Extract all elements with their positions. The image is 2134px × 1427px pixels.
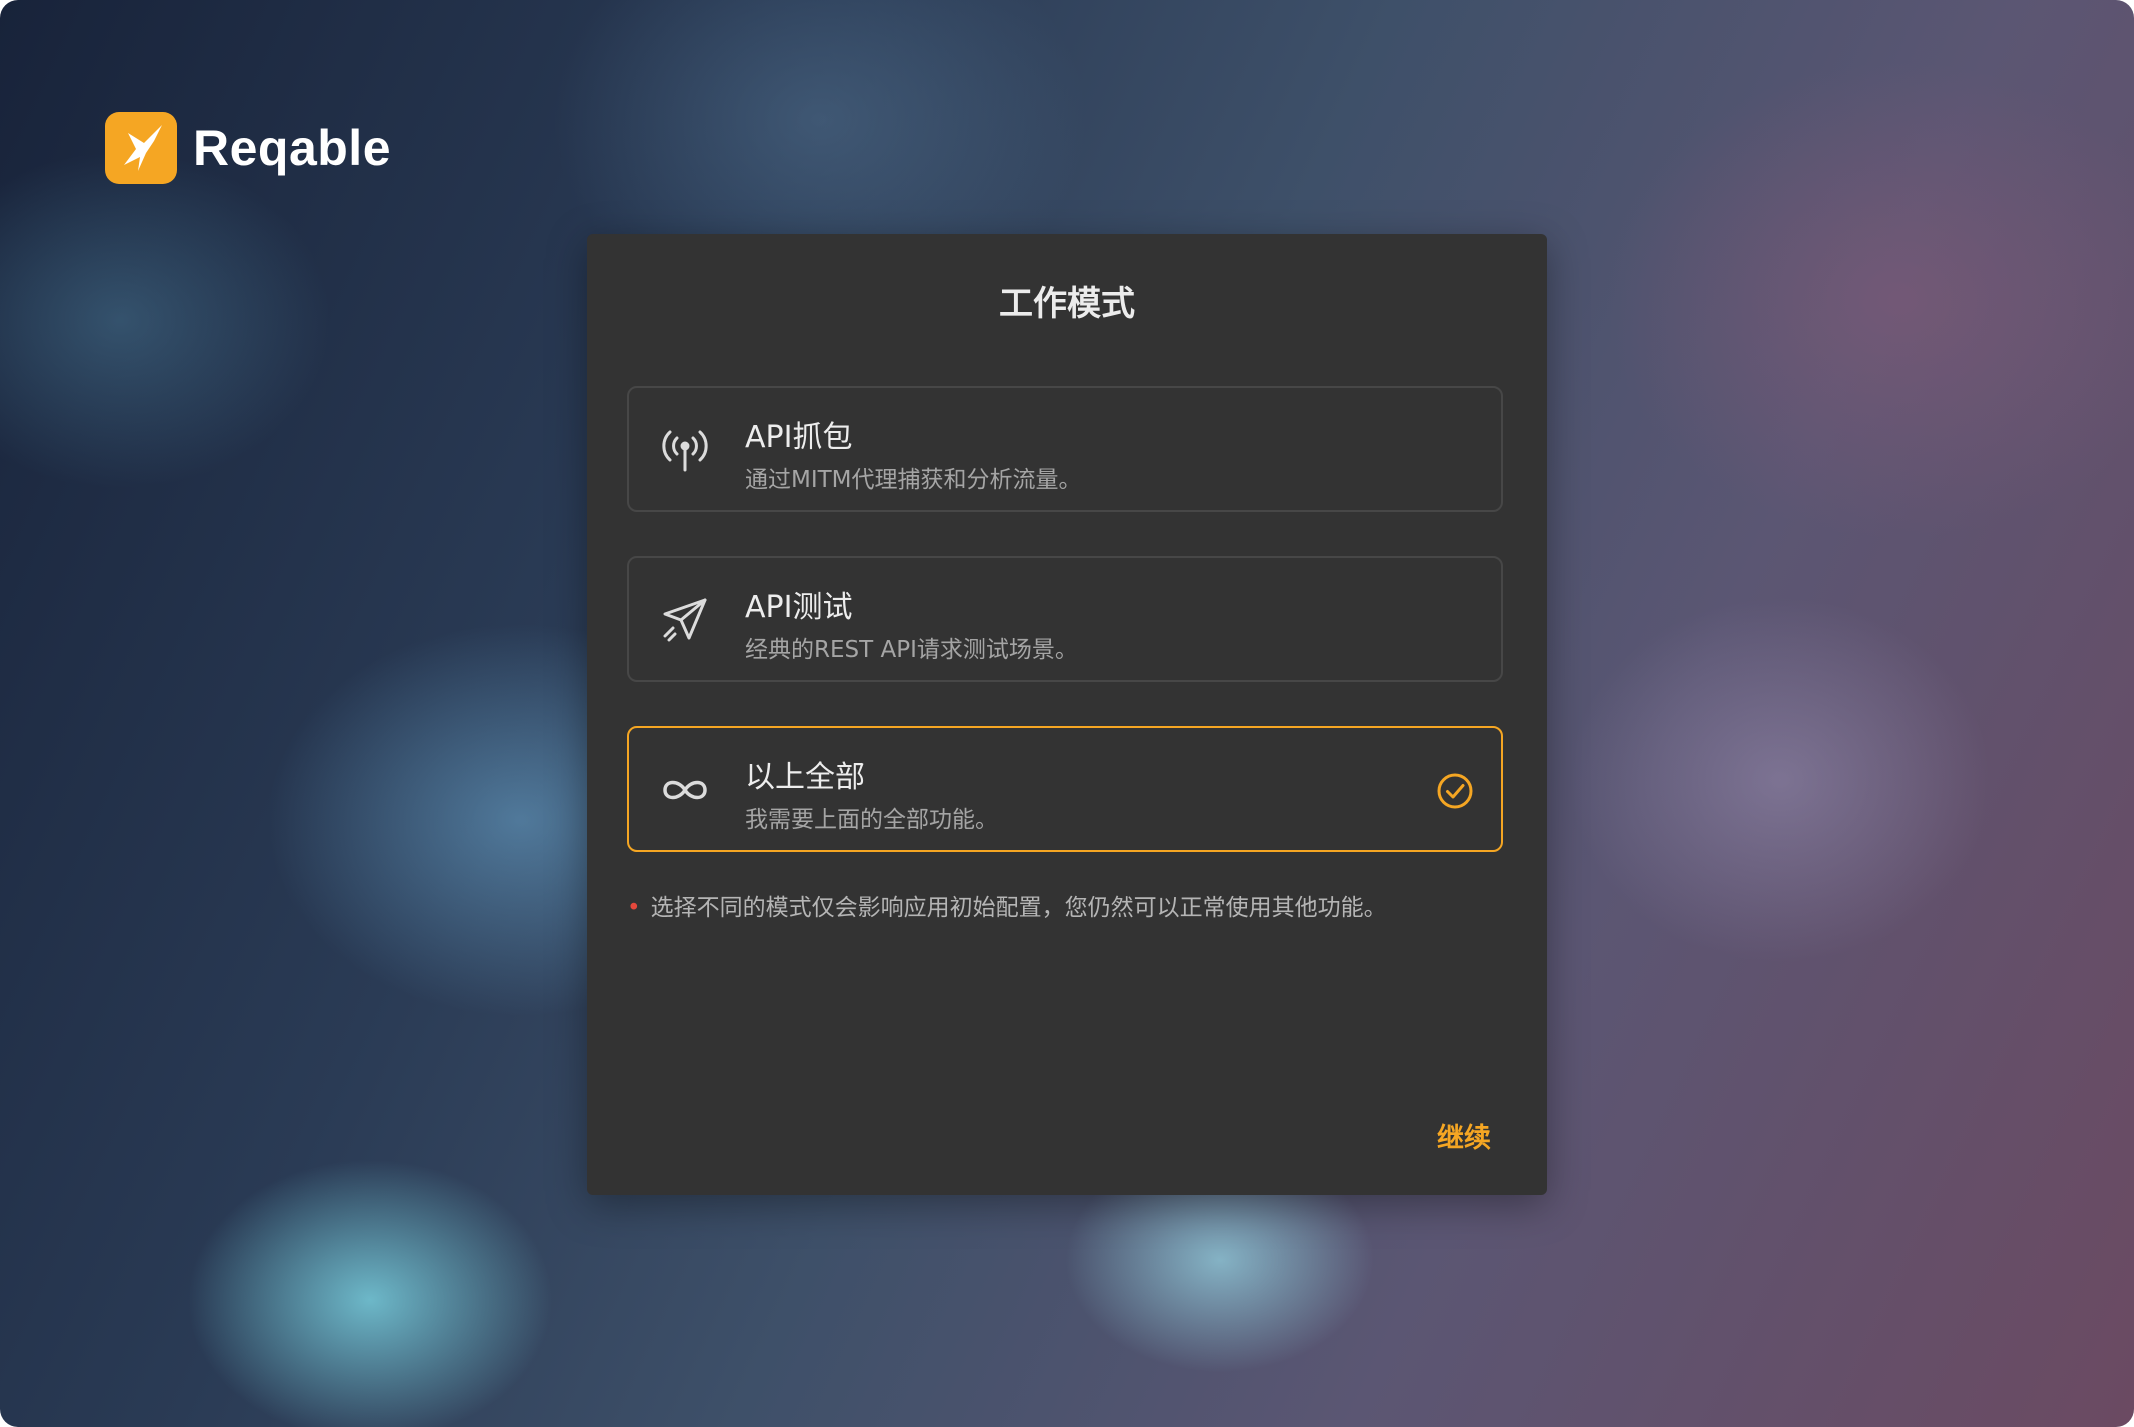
antenna-icon xyxy=(662,430,708,472)
hummingbird-icon xyxy=(105,112,177,184)
option-all[interactable]: 以上全部 我需要上面的全部功能。 xyxy=(627,726,1503,852)
option-api-test[interactable]: API测试 经典的REST API请求测试场景。 xyxy=(627,556,1503,682)
option-api-capture[interactable]: API抓包 通过MITM代理捕获和分析流量。 xyxy=(627,386,1503,512)
continue-button[interactable]: 继续 xyxy=(1437,1116,1491,1155)
check-circle-icon xyxy=(1437,773,1473,809)
paper-plane-icon xyxy=(663,598,707,642)
option-description: 通过MITM代理捕获和分析流量。 xyxy=(745,467,1082,493)
work-mode-dialog: 工作模式 API抓包 通过MITM代理捕获和分析流量。 API测试 经典的RES… xyxy=(587,234,1547,1195)
infinity-icon xyxy=(663,780,707,800)
option-description: 我需要上面的全部功能。 xyxy=(745,807,998,833)
note-bullet: • xyxy=(627,895,641,921)
brand: Reqable xyxy=(105,112,391,184)
option-title: API测试 xyxy=(745,590,853,625)
note-text: 选择不同的模式仅会影响应用初始配置，您仍然可以正常使用其他功能。 xyxy=(650,895,1387,921)
option-title: 以上全部 xyxy=(745,760,865,795)
option-title: API抓包 xyxy=(745,420,853,455)
option-description: 经典的REST API请求测试场景。 xyxy=(745,637,1078,663)
dialog-title: 工作模式 xyxy=(999,284,1135,324)
mode-note: • 选择不同的模式仅会影响应用初始配置，您仍然可以正常使用其他功能。 xyxy=(627,888,1387,922)
brand-name: Reqable xyxy=(193,120,392,176)
